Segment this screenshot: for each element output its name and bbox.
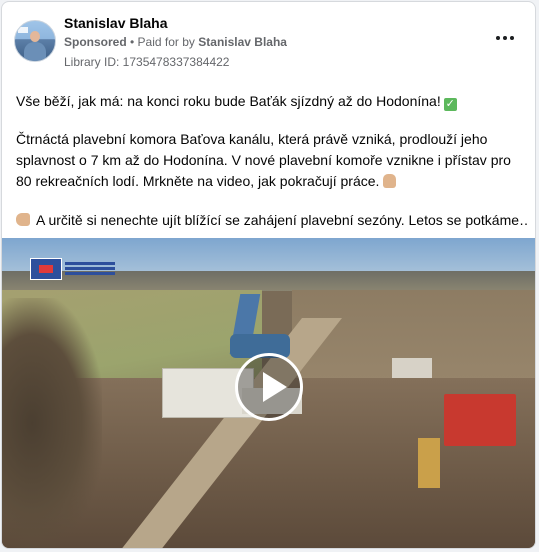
video-red-trucks [444, 394, 516, 446]
video-watermark-text [65, 262, 115, 265]
more-options-button[interactable] [493, 30, 517, 46]
video-watermark-logo [30, 258, 62, 280]
more-dots-icon [495, 36, 516, 40]
sponsored-label: Sponsored [64, 35, 127, 49]
ad-post-card: Stanislav Blaha Sponsored • Paid for by … [1, 1, 536, 549]
paid-by-name[interactable]: Stanislav Blaha [198, 35, 287, 49]
author-avatar[interactable] [14, 20, 56, 62]
author-name[interactable]: Stanislav Blaha [64, 15, 168, 31]
post-text-line-1: Vše běží, jak má: na konci roku bude Bať… [16, 91, 528, 112]
hand-emoji-icon [383, 174, 397, 188]
avatar-logo [18, 27, 28, 33]
video-excavator [418, 438, 440, 488]
paid-for-prefix: • Paid for by [130, 35, 195, 49]
paragraph-2-text: Čtrnáctá plavební komora Baťova kanálu, … [16, 131, 511, 189]
hand-emoji-icon [16, 213, 30, 226]
check-mark-icon: ✓ [443, 98, 457, 111]
avatar-torso [24, 42, 46, 61]
library-id: Library ID: 1735478337384422 [64, 55, 230, 69]
video-thumbnail[interactable] [2, 238, 535, 548]
video-trees [2, 298, 102, 548]
sponsored-line: Sponsored • Paid for by Stanislav Blaha [64, 35, 287, 49]
paragraph-3-text: A určitě si nenechte ujít blížící se zah… [36, 212, 528, 228]
video-horizon [2, 271, 535, 291]
post-text-paragraph-3[interactable]: A určitě si nenechte ujít blížící se zah… [16, 210, 528, 231]
avatar-head [30, 31, 40, 42]
video-site-vehicles [392, 358, 432, 378]
headline-text: Vše běží, jak má: na konci roku bude Bať… [16, 93, 441, 109]
play-icon[interactable] [235, 353, 303, 421]
post-text-paragraph-2: Čtrnáctá plavební komora Baťova kanálu, … [16, 129, 528, 192]
